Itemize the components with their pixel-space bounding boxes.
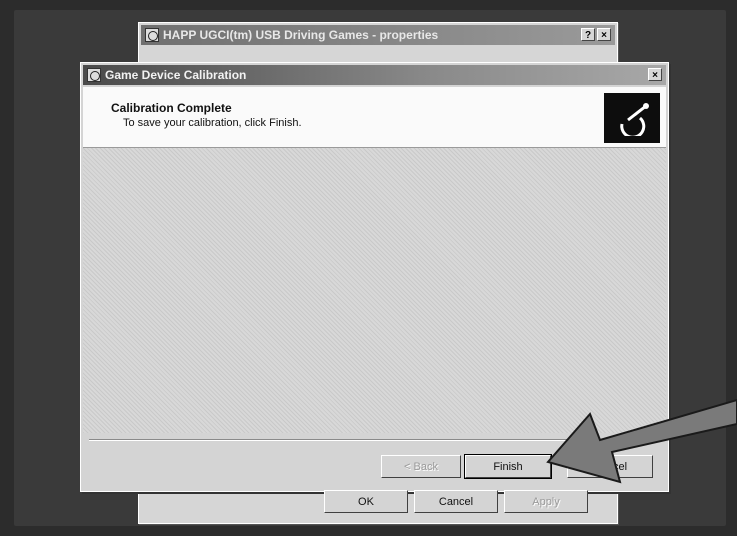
dialog-titlebar: Game Device Calibration ×: [83, 65, 666, 85]
properties-title: HAPP UGCI(tm) USB Driving Games - proper…: [163, 28, 439, 42]
close-button[interactable]: ×: [597, 28, 611, 41]
wizard-header: Calibration Complete To save your calibr…: [83, 87, 666, 148]
back-button[interactable]: < Back: [381, 455, 461, 478]
button-separator: [89, 439, 660, 441]
properties-cancel-button[interactable]: Cancel: [414, 490, 498, 513]
header-title: Calibration Complete: [111, 101, 232, 115]
game-controller-icon: [145, 28, 159, 42]
cancel-button[interactable]: Cancel: [567, 455, 653, 478]
game-controller-icon: [87, 68, 101, 82]
help-button[interactable]: ?: [581, 28, 595, 41]
joystick-logo-icon: [604, 93, 660, 143]
calibration-dialog: Game Device Calibration × Calibration Co…: [80, 62, 669, 492]
ok-button[interactable]: OK: [324, 490, 408, 513]
wizard-content-area: [83, 148, 666, 433]
dialog-close-button[interactable]: ×: [648, 68, 662, 81]
dialog-title: Game Device Calibration: [105, 68, 247, 82]
properties-titlebar: HAPP UGCI(tm) USB Driving Games - proper…: [141, 25, 615, 45]
finish-button[interactable]: Finish: [464, 454, 552, 479]
header-subtitle: To save your calibration, click Finish.: [123, 117, 302, 129]
apply-button[interactable]: Apply: [504, 490, 588, 513]
